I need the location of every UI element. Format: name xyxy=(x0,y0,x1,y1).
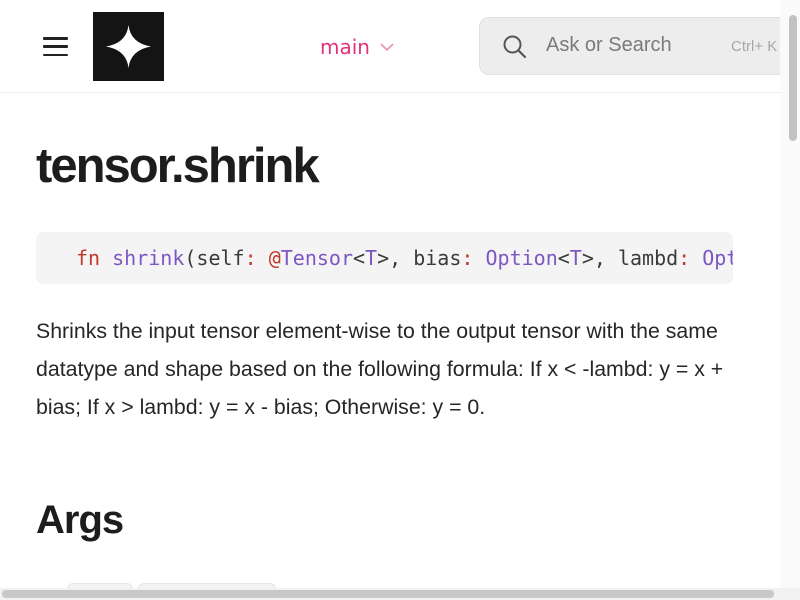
code-function-name: shrink xyxy=(112,246,185,270)
code-at: @ xyxy=(268,246,281,270)
four-point-star-logo[interactable] xyxy=(93,12,164,81)
horizontal-scrollbar-thumb[interactable] xyxy=(2,590,774,598)
code-type: Option xyxy=(485,246,558,270)
code-type: Tensor xyxy=(280,246,353,270)
function-description: Shrinks the input tensor element-wise to… xyxy=(36,319,724,419)
code-text: (self xyxy=(184,246,245,270)
code-punct: : xyxy=(461,246,474,270)
search-shortcut-hint: Ctrl+ K xyxy=(731,38,778,55)
code-text: < xyxy=(557,246,570,270)
code-type: Opt xyxy=(702,246,733,270)
branch-label: main xyxy=(320,35,370,59)
code-type-param: T xyxy=(569,246,582,270)
branch-selector[interactable]: main xyxy=(320,33,394,61)
search-icon xyxy=(503,35,527,59)
code-punct: : xyxy=(678,246,691,270)
code-keyword: fn xyxy=(76,246,101,270)
vertical-scrollbar-thumb[interactable] xyxy=(789,15,797,141)
args-heading: Args xyxy=(36,498,124,542)
function-signature-code-block: fn shrink(self: @Tensor<T>, bias: Option… xyxy=(36,232,733,284)
page-title: tensor.shrink xyxy=(36,139,320,193)
search-box[interactable]: Ask or Search Ctrl+ K xyxy=(479,17,800,75)
code-text: >, lambd xyxy=(581,246,679,270)
hamburger-menu-icon[interactable] xyxy=(43,37,68,56)
chevron-down-icon xyxy=(380,43,394,52)
vertical-scrollbar[interactable] xyxy=(780,0,800,600)
horizontal-scrollbar[interactable] xyxy=(0,588,800,600)
code-text: >, bias xyxy=(377,246,462,270)
code-text: < xyxy=(353,246,366,270)
code-line: fn shrink(self: @Tensor<T>, bias: Option… xyxy=(76,246,733,270)
search-placeholder: Ask or Search xyxy=(546,34,672,56)
code-type-param: T xyxy=(365,246,378,270)
code-punct: : xyxy=(244,246,257,270)
top-navigation-bar: main Ask or Search Ctrl+ K xyxy=(0,0,800,93)
